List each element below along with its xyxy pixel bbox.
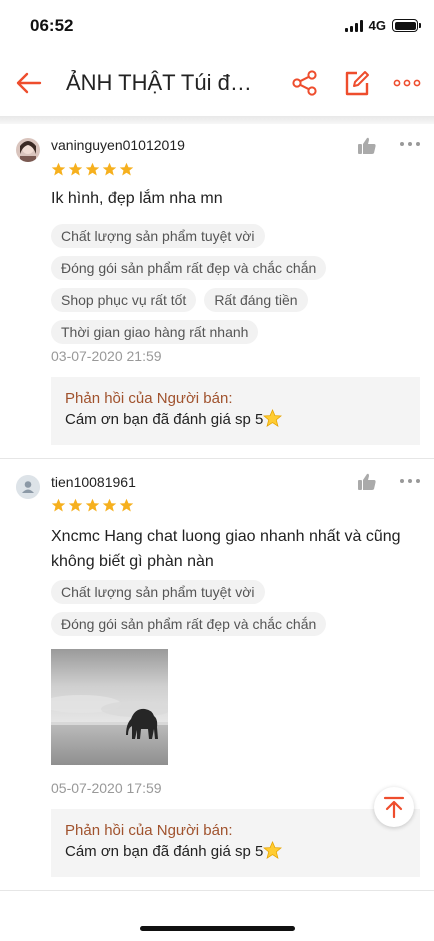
more-dots-icon[interactable]	[400, 479, 422, 485]
signal-icon	[344, 19, 363, 32]
seller-reply-title: Phản hồi của Người bán:	[65, 390, 233, 407]
star-icon	[68, 162, 83, 182]
edit-icon[interactable]	[343, 69, 371, 97]
thumbs-up-icon[interactable]	[357, 137, 377, 155]
battery-fill	[394, 21, 416, 30]
review-text: Ik hình, đẹp lắm nha mn	[51, 190, 223, 207]
avatar[interactable]	[16, 475, 40, 499]
status-bar: 06:52 4G	[0, 0, 434, 52]
seller-reply-message: Cám ơn bạn đã đánh giá sp 5	[65, 843, 264, 860]
seller-reply-message: Cám ơn bạn đã đánh giá sp 5	[65, 411, 264, 428]
status-indicators: 4G	[344, 18, 421, 33]
star-icon	[51, 162, 66, 182]
share-icon[interactable]	[291, 69, 319, 97]
review-tag: Đóng gói sản phẩm rất đẹp và chắc chắn	[51, 256, 327, 280]
star-emoji-icon	[263, 409, 283, 427]
star-icon	[85, 498, 100, 518]
review-tag: Chất lượng sản phẩm tuyệt vời	[51, 224, 265, 248]
page-title: ẢNH THẬT Túi đ…	[66, 70, 252, 95]
thumbs-up-icon[interactable]	[357, 473, 377, 491]
scroll-to-top-button[interactable]	[374, 787, 414, 827]
star-icon	[68, 498, 83, 518]
review-tags: Chất lượng sản phẩm tuyệt vời Đóng gói sả…	[51, 580, 423, 636]
review-separator	[0, 458, 434, 459]
rating-stars	[51, 162, 134, 182]
star-icon	[85, 162, 100, 182]
seller-reply: Phản hồi của Người bán: Cám ơn bạn đã đá…	[51, 809, 420, 877]
review-text: Xncmc Hang chat luong giao nhanh nhất và…	[51, 528, 401, 570]
battery-icon	[392, 19, 421, 32]
avatar[interactable]	[16, 138, 40, 162]
back-arrow-icon[interactable]	[14, 68, 44, 98]
star-icon	[51, 498, 66, 518]
seller-reply: Phản hồi của Người bán: Cám ơn bạn đã đá…	[51, 377, 420, 445]
more-dots-icon[interactable]	[400, 142, 422, 148]
seller-reply-text: Cám ơn bạn đã đánh giá sp 5	[65, 841, 406, 863]
review-tag: Thời gian giao hàng rất nhanh	[51, 320, 259, 344]
network-label: 4G	[368, 18, 386, 33]
seller-reply-text: Cám ơn bạn đã đánh giá sp 5	[65, 409, 406, 431]
header-bar: ẢNH THẬT Túi đ…	[0, 52, 434, 116]
review-tag: Đóng gói sản phẩm rất đẹp và chắc chắn	[51, 612, 327, 636]
seller-reply-title: Phản hồi của Người bán:	[65, 822, 233, 839]
review-separator	[0, 890, 434, 891]
status-time: 06:52	[30, 16, 74, 35]
review-date: 05-07-2020 17:59	[51, 780, 162, 796]
home-indicator[interactable]	[140, 926, 295, 931]
star-emoji-icon	[263, 841, 283, 859]
star-icon	[119, 162, 134, 182]
header-divider	[0, 116, 434, 124]
review-date: 03-07-2020 21:59	[51, 348, 162, 364]
more-dots-icon[interactable]	[393, 69, 421, 97]
review-tags: Chất lượng sản phẩm tuyệt vời Đóng gói sả…	[51, 224, 423, 344]
review-tag: Rất đáng tiền	[204, 288, 308, 312]
rating-stars	[51, 498, 134, 518]
star-icon	[102, 498, 117, 518]
reviewer-username[interactable]: tien10081961	[51, 474, 136, 490]
review-photo[interactable]	[51, 649, 168, 765]
star-icon	[119, 498, 134, 518]
scroll-to-top-icon	[383, 796, 405, 819]
reviewer-username[interactable]: vaninguyen01012019	[51, 137, 185, 153]
review-tag: Chất lượng sản phẩm tuyệt vời	[51, 580, 265, 604]
review-tag: Shop phục vụ rất tốt	[51, 288, 197, 312]
star-icon	[102, 162, 117, 182]
